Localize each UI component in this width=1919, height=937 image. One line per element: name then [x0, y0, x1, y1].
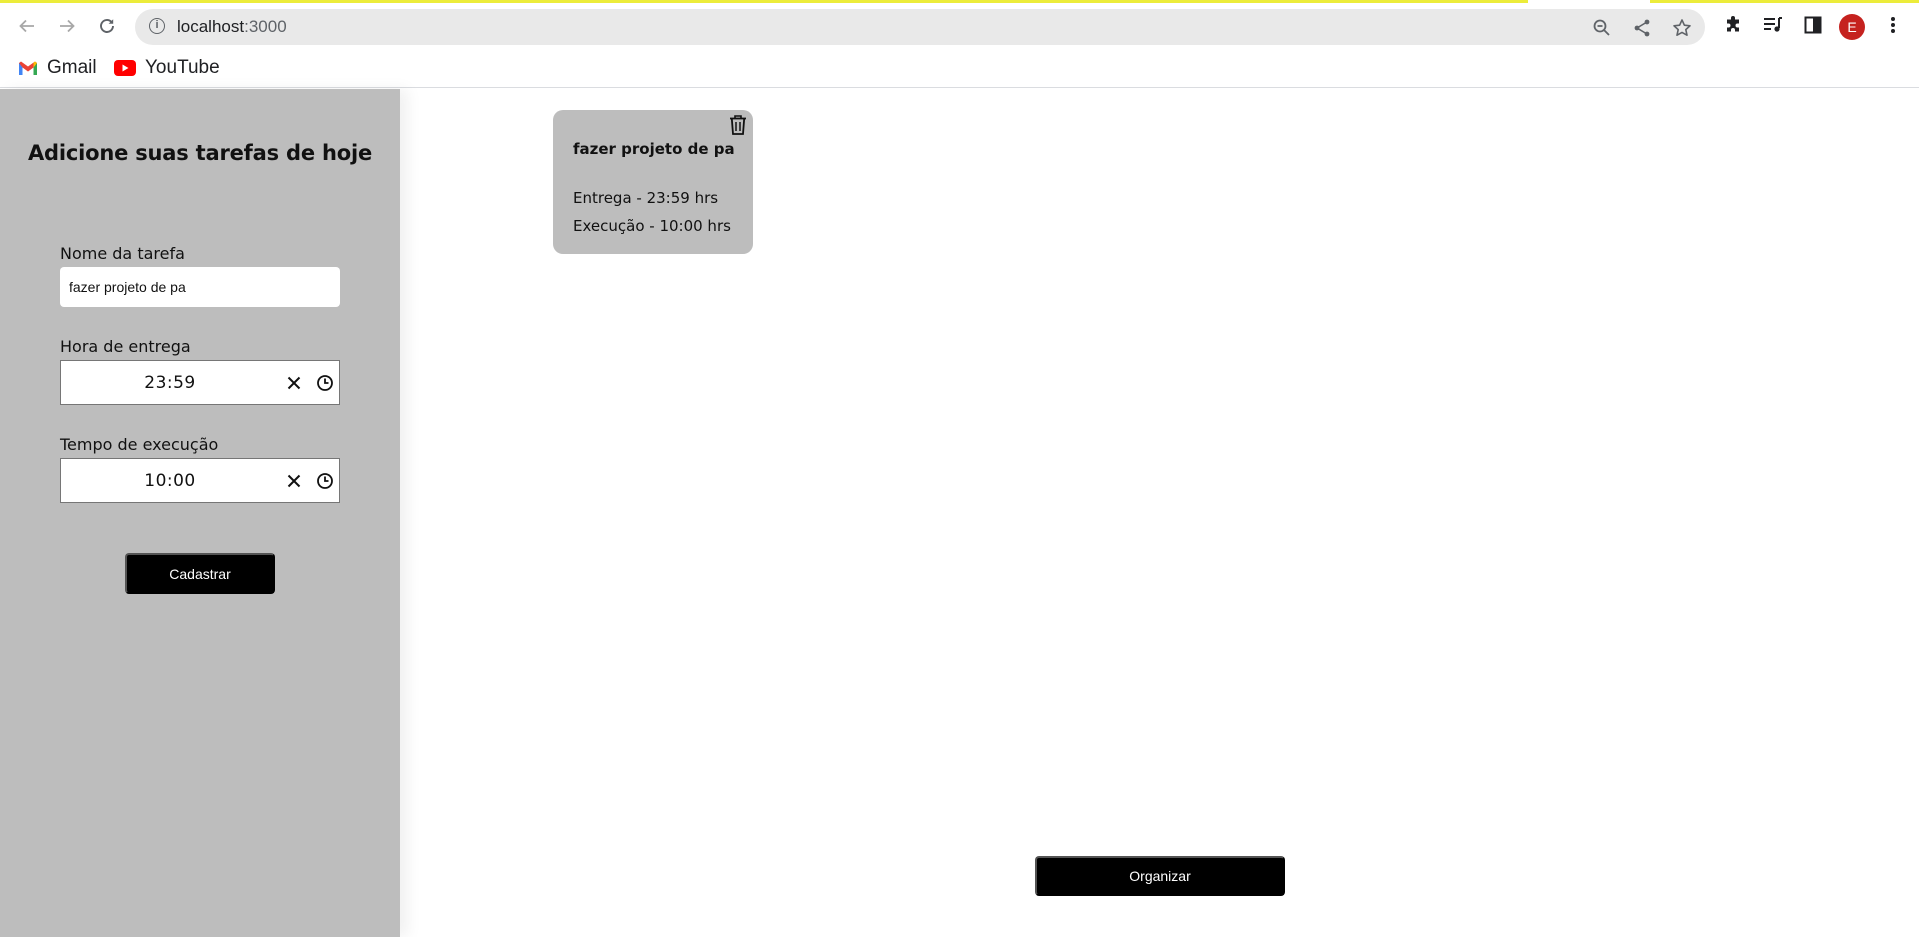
profile-avatar[interactable]: E [1839, 14, 1865, 40]
bookmark-label: YouTube [145, 57, 220, 78]
reload-icon [100, 19, 114, 33]
back-button[interactable] [12, 11, 42, 41]
bookmark-star-icon[interactable] [1670, 16, 1694, 40]
form-heading: Adicione suas tarefas de hoje [27, 141, 373, 165]
extensions-icon[interactable] [1720, 12, 1746, 38]
bookmark-gmail[interactable]: Gmail [18, 56, 97, 80]
bookmark-label: Gmail [47, 57, 97, 78]
site-info-icon[interactable]: i [149, 18, 165, 34]
delivery-clock-icon[interactable] [314, 372, 336, 394]
clear-delivery-time-icon[interactable] [283, 372, 305, 394]
side-panel-icon[interactable] [1800, 12, 1826, 38]
browser-toolbar: i localhost:3000 E [0, 3, 1919, 48]
avatar-letter: E [1847, 19, 1857, 35]
organize-button[interactable]: Organizar [1035, 856, 1285, 896]
task-card: fazer projeto de pa Entrega - 23:59 hrs … [553, 110, 753, 254]
bookmark-youtube[interactable]: YouTube [114, 56, 220, 80]
execution-time-value[interactable]: 10:00 [61, 471, 279, 491]
execution-time-label: Tempo de execução [60, 435, 219, 454]
execution-clock-icon[interactable] [314, 470, 336, 492]
forward-button[interactable] [52, 11, 82, 41]
delivery-time-value[interactable]: 23:59 [61, 373, 279, 393]
delete-task-trash-icon[interactable] [728, 114, 748, 136]
execution-time-input[interactable]: 10:00 [60, 458, 340, 503]
register-task-button[interactable]: Cadastrar [125, 553, 275, 594]
more-menu-icon[interactable] [1880, 12, 1906, 38]
reload-button[interactable] [92, 11, 122, 41]
app-page: Adicione suas tarefas de hoje Nome da ta… [0, 89, 1919, 937]
youtube-icon [114, 60, 136, 76]
delivery-time-input[interactable]: 23:59 [60, 360, 340, 405]
zoom-icon[interactable] [1590, 16, 1614, 40]
address-bar[interactable]: i localhost:3000 [135, 9, 1705, 45]
task-card-delivery: Entrega - 23:59 hrs [573, 189, 719, 207]
clear-execution-time-icon[interactable] [283, 470, 305, 492]
arrow-left-icon [19, 19, 34, 33]
url-text: localhost:3000 [177, 17, 287, 37]
task-name-input[interactable] [60, 267, 340, 307]
task-card-title: fazer projeto de pa [573, 140, 735, 158]
delivery-time-label: Hora de entrega [60, 337, 191, 356]
task-form-sidebar: Adicione suas tarefas de hoje Nome da ta… [0, 89, 400, 937]
gmail-icon [18, 60, 38, 76]
media-queue-icon[interactable] [1760, 12, 1786, 38]
share-icon[interactable] [1630, 16, 1654, 40]
arrow-right-icon [60, 19, 75, 33]
bookmarks-bar: Gmail YouTube [0, 48, 1919, 88]
url-host: localhost [177, 17, 245, 36]
task-card-execution: Execução - 10:00 hrs [573, 217, 731, 235]
url-port: :3000 [244, 17, 287, 36]
task-name-label: Nome da tarefa [60, 244, 185, 263]
